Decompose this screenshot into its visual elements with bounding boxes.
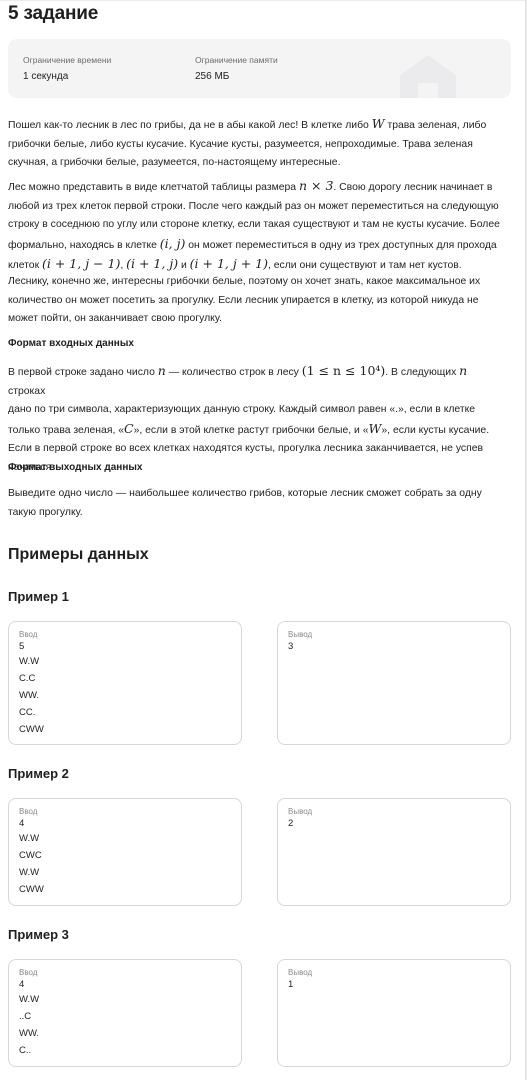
math-move-left: (i + 1, j − 1) [42, 256, 121, 271]
example-2-title: Пример 2 [8, 766, 69, 781]
input-format-text: В первой строке задано число n — количес… [8, 363, 490, 473]
memory-limit-label: Ограничение памяти [195, 55, 278, 65]
example-1-output-line: 3 [288, 641, 294, 652]
output-format-heading: Формат выходных данных [8, 462, 143, 473]
example-2-input-line: CWW [19, 884, 44, 895]
example-1-output-label: Вывод [288, 630, 313, 639]
example-1-input-label: Ввод [19, 630, 38, 639]
math-cell: (i, j) [159, 235, 186, 251]
top-divider [0, 0, 527, 1]
limits-panel: Ограничение времени 1 секунда Ограничени… [8, 39, 511, 98]
example-3-output-line: 1 [288, 979, 294, 990]
example-3-input-label: Ввод [19, 968, 38, 977]
input-format-heading: Формат входных данных [8, 338, 134, 349]
example-1-input-line: W.W [19, 656, 40, 667]
examples-heading: Примеры данных [8, 546, 149, 563]
time-limit-value: 1 секунда [23, 71, 69, 82]
example-1-input-line: WW. [19, 690, 40, 701]
time-limit-label: Ограничение времени [23, 55, 112, 65]
example-1-input-line: 5 [19, 641, 25, 652]
memory-limit: Ограничение памяти 256 МБ [195, 55, 278, 82]
example-2-input-line: CWC [19, 850, 42, 861]
example-3-input-line: C.. [19, 1045, 32, 1056]
example-3-input-box[interactable]: Ввод 4 W.W ..C WW. C.. [8, 959, 242, 1067]
math-move-down: (i + 1, j) [126, 256, 179, 271]
example-1-output-box[interactable]: Вывод 3 [277, 621, 511, 745]
house-watermark-icon [400, 55, 456, 98]
math-grid-size: n × 3 [298, 178, 334, 193]
example-2-output-box[interactable]: Вывод 2 [277, 798, 511, 906]
example-3-input-line: W.W [19, 994, 40, 1005]
math-W: W [371, 116, 385, 131]
example-2-input-line: 4 [19, 818, 25, 829]
statement-paragraph-3: Леснику, конечно же, интересны грибочки … [8, 276, 481, 324]
example-3-output-label: Вывод [288, 968, 313, 977]
output-format-text: Выведите одно число — наибольшее количес… [8, 488, 482, 518]
example-2-output-line: 2 [288, 818, 294, 829]
example-1-input-line: CWW [19, 724, 44, 735]
example-3-input-line: ..C [19, 1011, 32, 1022]
statement-paragraph-2: Лес можно представить в виде клетчатой т… [8, 178, 500, 271]
example-1-title: Пример 1 [8, 589, 69, 604]
statement-paragraph-1: Пошел как-то лесник в лес по грибы, да н… [8, 116, 487, 168]
page-title: 5 задание [8, 3, 99, 24]
example-1-input-box[interactable]: Ввод 5 W.W C.C WW. CC. CWW [8, 621, 242, 745]
example-3-input-line: 4 [19, 979, 25, 990]
time-limit: Ограничение времени 1 секунда [23, 55, 111, 82]
problem-page: 5 задание Ограничение времени 1 секунда … [0, 0, 527, 1080]
memory-limit-value: 256 МБ [195, 71, 230, 82]
example-3-title: Пример 3 [8, 927, 69, 942]
example-2-input-line: W.W [19, 833, 40, 844]
example-2-input-box[interactable]: Ввод 4 W.W CWC W.W CWW [8, 798, 242, 906]
example-3-output-box[interactable]: Вывод 1 [277, 959, 511, 1067]
example-1-input-line: CC. [19, 707, 36, 718]
example-2-output-label: Вывод [288, 807, 313, 816]
example-2-input-label: Ввод [19, 807, 38, 816]
math-constraint: (1 ≤ n ≤ 10⁴) [301, 363, 386, 378]
math-move-right: (i + 1, j + 1) [189, 256, 268, 271]
example-1-input-line: C.C [19, 673, 36, 684]
example-3-input-line: WW. [19, 1028, 40, 1039]
example-2-input-line: W.W [19, 867, 40, 878]
